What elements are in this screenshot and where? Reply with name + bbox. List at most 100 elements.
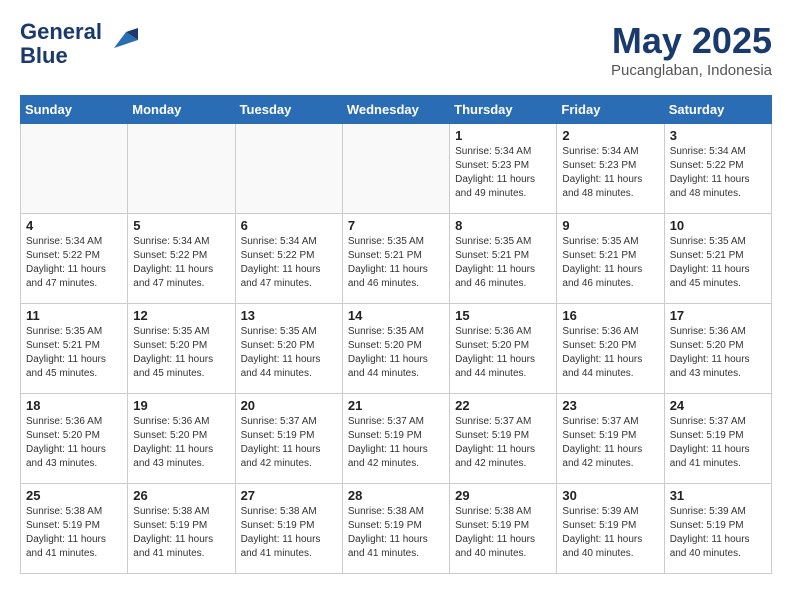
day-number: 23 [562,398,658,413]
calendar-cell: 7 Sunrise: 5:35 AMSunset: 5:21 PMDaylight… [342,214,449,304]
cell-details: Sunrise: 5:35 AMSunset: 5:21 PMDaylight:… [670,235,766,291]
cell-details: Sunrise: 5:38 AMSunset: 5:19 PMDaylight:… [241,505,337,561]
calendar-cell: 13 Sunrise: 5:35 AMSunset: 5:20 PMDayligh… [235,304,342,394]
day-number: 26 [133,488,229,503]
calendar-cell: 19Sunrise: 5:36 AMSunset: 5:20 PMDayligh… [128,394,235,484]
cell-details: Sunrise: 5:37 AMSunset: 5:19 PMDaylight:… [670,415,766,471]
calendar-cell: 22 Sunrise: 5:37 AMSunset: 5:19 PMDayligh… [450,394,557,484]
logo-text: GeneralBlue [20,20,102,68]
day-number: 11 [26,308,122,323]
calendar-cell: 11Sunrise: 5:35 AMSunset: 5:21 PMDayligh… [21,304,128,394]
day-number: 25 [26,488,122,503]
cell-details: Sunrise: 5:38 AMSunset: 5:19 PMDaylight:… [26,505,122,561]
day-number: 22 [455,398,551,413]
day-number: 17 [670,308,766,323]
calendar-cell: 26 Sunrise: 5:38 AMSunset: 5:19 PMDayligh… [128,484,235,574]
cell-details: Sunrise: 5:34 AMSunset: 5:22 PMDaylight:… [26,235,122,291]
logo: GeneralBlue [20,20,138,68]
cell-details: Sunrise: 5:35 AMSunset: 5:21 PMDaylight:… [455,235,551,291]
cell-details: Sunrise: 5:35 AMSunset: 5:21 PMDaylight:… [348,235,444,291]
cell-details: Sunrise: 5:37 AMSunset: 5:19 PMDaylight:… [241,415,337,471]
calendar-cell: 6 Sunrise: 5:34 AMSunset: 5:22 PMDaylight… [235,214,342,304]
day-number: 29 [455,488,551,503]
calendar-week-5: 25 Sunrise: 5:38 AMSunset: 5:19 PMDayligh… [21,484,772,574]
cell-details: Sunrise: 5:36 AMSunset: 5:20 PMDaylight:… [562,325,658,381]
cell-details: Sunrise: 5:37 AMSunset: 5:19 PMDaylight:… [348,415,444,471]
calendar-cell: 3Sunrise: 5:34 AMSunset: 5:22 PMDaylight… [664,124,771,214]
day-number: 7 [348,218,444,233]
calendar-cell: 17 Sunrise: 5:36 AMSunset: 5:20 PMDayligh… [664,304,771,394]
calendar-cell: 14Sunrise: 5:35 AMSunset: 5:20 PMDayligh… [342,304,449,394]
calendar-cell: 18 Sunrise: 5:36 AMSunset: 5:20 PMDayligh… [21,394,128,484]
calendar-cell: 16 Sunrise: 5:36 AMSunset: 5:20 PMDayligh… [557,304,664,394]
cell-details: Sunrise: 5:36 AMSunset: 5:20 PMDaylight:… [670,325,766,381]
day-number: 30 [562,488,658,503]
cell-details: Sunrise: 5:34 AMSunset: 5:22 PMDaylight:… [133,235,229,291]
cell-details: Sunrise: 5:35 AMSunset: 5:20 PMDaylight:… [133,325,229,381]
calendar-cell: 30 Sunrise: 5:39 AMSunset: 5:19 PMDayligh… [557,484,664,574]
day-number: 16 [562,308,658,323]
day-number: 1 [455,128,551,143]
calendar-table: SundayMondayTuesdayWednesdayThursdayFrid… [20,95,772,574]
calendar-cell: 1Sunrise: 5:34 AMSunset: 5:23 PMDaylight… [450,124,557,214]
logo-icon [106,24,138,56]
title-block: May 2025 Pucanglaban, Indonesia [611,20,772,79]
cell-details: Sunrise: 5:39 AMSunset: 5:19 PMDaylight:… [562,505,658,561]
calendar-cell: 25 Sunrise: 5:38 AMSunset: 5:19 PMDayligh… [21,484,128,574]
weekday-header-friday: Friday [557,96,664,124]
cell-details: Sunrise: 5:37 AMSunset: 5:19 PMDaylight:… [562,415,658,471]
calendar-week-2: 4 Sunrise: 5:34 AMSunset: 5:22 PMDaylight… [21,214,772,304]
day-number: 3 [670,128,766,143]
calendar-week-3: 11Sunrise: 5:35 AMSunset: 5:21 PMDayligh… [21,304,772,394]
day-number: 5 [133,218,229,233]
calendar-cell: 21Sunrise: 5:37 AMSunset: 5:19 PMDayligh… [342,394,449,484]
weekday-header-saturday: Saturday [664,96,771,124]
day-number: 8 [455,218,551,233]
day-number: 12 [133,308,229,323]
day-number: 10 [670,218,766,233]
calendar-cell [235,124,342,214]
cell-details: Sunrise: 5:36 AMSunset: 5:20 PMDaylight:… [133,415,229,471]
weekday-header-sunday: Sunday [21,96,128,124]
day-number: 13 [241,308,337,323]
weekday-header-wednesday: Wednesday [342,96,449,124]
calendar-week-1: 1 Sunrise: 5:34 AMSunset: 5:23 PMDaylight… [21,124,772,214]
day-number: 24 [670,398,766,413]
calendar-cell: 31Sunrise: 5:39 AMSunset: 5:19 PMDayligh… [664,484,771,574]
calendar-cell [21,124,128,214]
calendar-week-4: 18 Sunrise: 5:36 AMSunset: 5:20 PMDayligh… [21,394,772,484]
month-title: May 2025 [611,20,772,62]
weekday-header-tuesday: Tuesday [235,96,342,124]
day-number: 15 [455,308,551,323]
cell-details: Sunrise: 5:36 AMSunset: 5:20 PMDaylight:… [26,415,122,471]
cell-details: Sunrise: 5:34 AMSunset: 5:23 PMDaylight:… [562,145,658,201]
weekday-header-monday: Monday [128,96,235,124]
page-header: GeneralBlue May 2025 Pucanglaban, Indone… [20,20,772,79]
day-number: 9 [562,218,658,233]
calendar-cell: 2 Sunrise: 5:34 AMSunset: 5:23 PMDaylight… [557,124,664,214]
calendar-cell: 8 Sunrise: 5:35 AMSunset: 5:21 PMDaylight… [450,214,557,304]
day-number: 2 [562,128,658,143]
cell-details: Sunrise: 5:38 AMSunset: 5:19 PMDaylight:… [348,505,444,561]
cell-details: Sunrise: 5:38 AMSunset: 5:19 PMDaylight:… [455,505,551,561]
day-number: 6 [241,218,337,233]
day-number: 14 [348,308,444,323]
cell-details: Sunrise: 5:37 AMSunset: 5:19 PMDaylight:… [455,415,551,471]
cell-details: Sunrise: 5:38 AMSunset: 5:19 PMDaylight:… [133,505,229,561]
day-number: 18 [26,398,122,413]
calendar-cell: 9 Sunrise: 5:35 AMSunset: 5:21 PMDaylight… [557,214,664,304]
calendar-cell: 24 Sunrise: 5:37 AMSunset: 5:19 PMDayligh… [664,394,771,484]
calendar-cell: 20Sunrise: 5:37 AMSunset: 5:19 PMDayligh… [235,394,342,484]
calendar-cell [128,124,235,214]
calendar-cell: 10 Sunrise: 5:35 AMSunset: 5:21 PMDayligh… [664,214,771,304]
day-number: 28 [348,488,444,503]
calendar-cell: 29 Sunrise: 5:38 AMSunset: 5:19 PMDayligh… [450,484,557,574]
cell-details: Sunrise: 5:35 AMSunset: 5:21 PMDaylight:… [562,235,658,291]
day-number: 4 [26,218,122,233]
cell-details: Sunrise: 5:34 AMSunset: 5:22 PMDaylight:… [241,235,337,291]
calendar-cell: 15Sunrise: 5:36 AMSunset: 5:20 PMDayligh… [450,304,557,394]
cell-details: Sunrise: 5:35 AMSunset: 5:20 PMDaylight:… [241,325,337,381]
day-number: 27 [241,488,337,503]
calendar-cell: 23 Sunrise: 5:37 AMSunset: 5:19 PMDayligh… [557,394,664,484]
calendar-cell [342,124,449,214]
